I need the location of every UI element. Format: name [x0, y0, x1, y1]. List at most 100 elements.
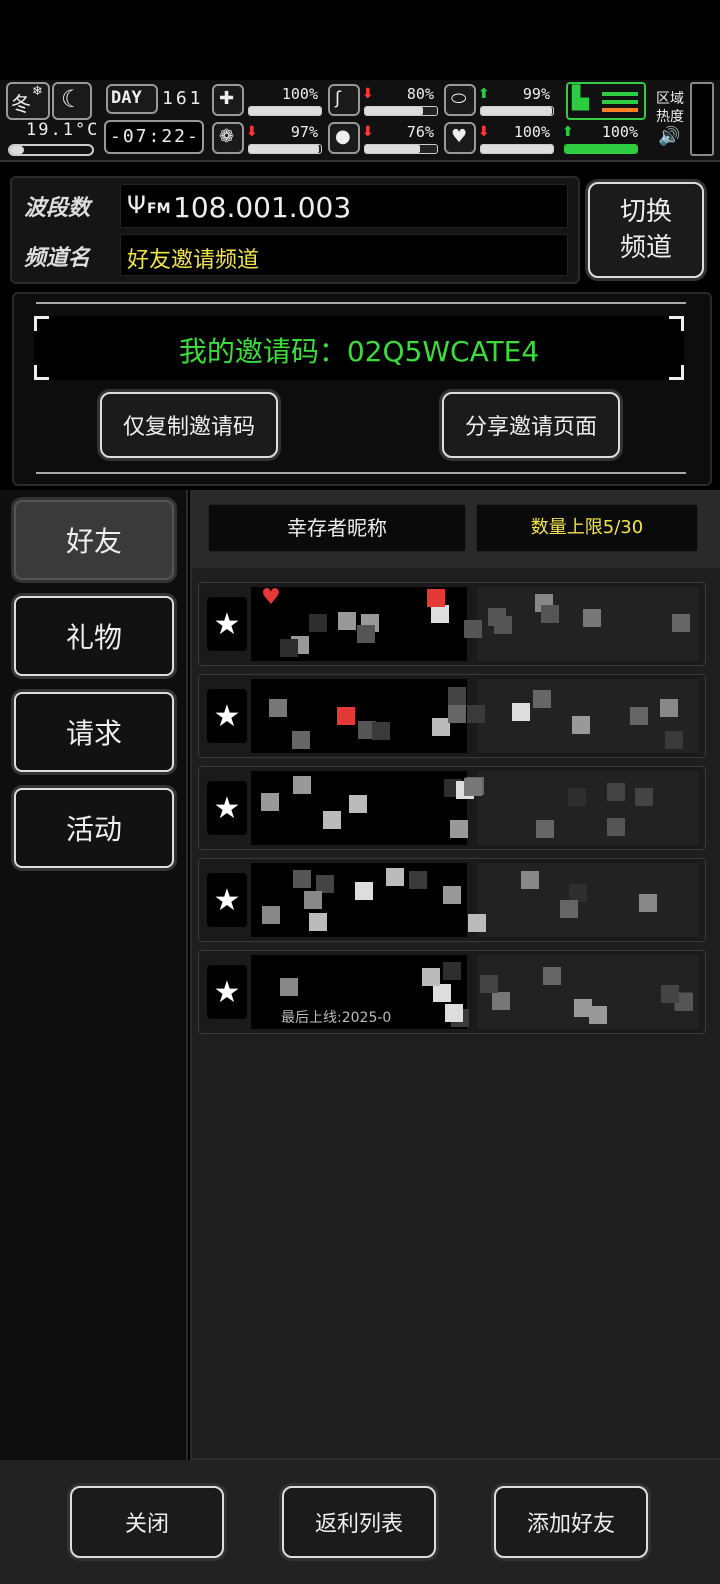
- mosaic-block: [607, 783, 625, 801]
- stat-value: 76%: [406, 123, 434, 141]
- invite-code-text: 我的邀请码：02Q5WCATE4: [178, 335, 540, 368]
- stat-bar: [480, 144, 554, 154]
- moon-badge: ☾: [52, 82, 92, 120]
- pill-icon: ⬭: [451, 88, 467, 109]
- friend-row[interactable]: ★: [198, 766, 706, 850]
- tab-requests[interactable]: 请求: [14, 692, 174, 772]
- speaker-icon[interactable]: 🔊: [658, 126, 680, 147]
- stamina-panel: ▙: [566, 82, 646, 120]
- copy-invite-code-button[interactable]: 仅复制邀请码: [100, 392, 278, 458]
- medkit-icon: ✚: [219, 88, 235, 109]
- mosaic-block: [338, 612, 356, 630]
- invite-code-box: 我的邀请码：02Q5WCATE4: [34, 316, 684, 380]
- tab-events[interactable]: 活动: [14, 788, 174, 868]
- tab-label: 请求: [65, 717, 122, 750]
- mosaic-block: [492, 992, 510, 1010]
- mosaic-block: [448, 687, 466, 705]
- mosaic-block: [372, 722, 390, 740]
- mosaic-block: [431, 605, 449, 623]
- mosaic-block: [448, 705, 466, 723]
- friend-actions-censored: [477, 771, 699, 845]
- mosaic-block: [269, 699, 287, 717]
- tab-friends[interactable]: 好友: [14, 500, 174, 580]
- copy-invite-code-label: 仅复制邀请码: [122, 415, 255, 440]
- snowflake-icon: ❄: [32, 84, 43, 99]
- mosaic-block: [450, 820, 468, 838]
- tab-label: 活动: [65, 813, 122, 846]
- friend-row[interactable]: ★: [198, 674, 706, 758]
- friend-limit-label: 数量上限5/30: [530, 517, 644, 538]
- friend-row[interactable]: ★ ♥: [198, 582, 706, 666]
- season-badge: 冬 ❄: [6, 82, 50, 120]
- channel-label: 频道名: [24, 246, 91, 271]
- switch-channel-label: 切换频道: [619, 197, 672, 263]
- tab-label: 礼物: [65, 621, 122, 654]
- rebate-list-label: 返利列表: [314, 1512, 403, 1537]
- star-icon: ★: [213, 790, 241, 826]
- channel-value: 好友邀请频道: [127, 248, 260, 273]
- friend-list-panel: 幸存者昵称 数量上限5/30 ★ ♥ ★ ★ ★ ★ 最后上线:2025-0: [190, 490, 720, 1460]
- thermometer-icon: [8, 144, 94, 156]
- antenna-icon: Ψ: [127, 191, 146, 219]
- mosaic-block: [607, 818, 625, 836]
- mosaic-block: [309, 913, 327, 931]
- favorite-star-button[interactable]: ★: [207, 781, 247, 835]
- mosaic-block: [665, 731, 683, 749]
- stat-pill: ⬭ ⬆ 99%: [444, 84, 556, 118]
- mosaic-block: [443, 886, 461, 904]
- medkit-icon-box: ✚: [212, 84, 244, 116]
- invite-panel: 我的邀请码：02Q5WCATE4 仅复制邀请码 分享邀请页面: [12, 292, 712, 486]
- close-button[interactable]: 关闭: [70, 1486, 224, 1558]
- heart-icon-box: ♥: [444, 122, 476, 154]
- column-nickname: 幸存者昵称: [208, 504, 466, 552]
- favorite-star-button[interactable]: ★: [207, 689, 247, 743]
- add-friend-button[interactable]: 添加好友: [494, 1486, 648, 1558]
- last-online-text: 最后上线:2025-0: [281, 1010, 392, 1026]
- star-icon: ★: [213, 882, 241, 918]
- stat-water-drop: ● ⬇ 76%: [328, 122, 440, 156]
- stat-bar: [564, 144, 638, 154]
- boot-icon: ▙: [572, 86, 589, 111]
- favorite-star-button[interactable]: ★: [207, 597, 247, 651]
- mosaic-block: [488, 608, 506, 626]
- stat-value: 100%: [601, 123, 638, 141]
- mosaic-block: [512, 703, 530, 721]
- stat-value: 80%: [406, 85, 434, 103]
- mosaic-block: [583, 609, 601, 627]
- star-icon: ★: [213, 974, 241, 1010]
- brain-icon-box: ❁: [212, 122, 244, 154]
- stat-value: 97%: [290, 123, 318, 141]
- mosaic-block: [445, 1004, 463, 1022]
- mosaic-block: [541, 605, 559, 623]
- mosaic-block: [661, 985, 679, 1003]
- share-invite-page-button[interactable]: 分享邀请页面: [442, 392, 620, 458]
- mosaic-block: [630, 707, 648, 725]
- friend-row[interactable]: ★: [198, 858, 706, 942]
- mosaic-block: [660, 699, 678, 717]
- mosaic-block: [349, 795, 367, 813]
- tab-gifts[interactable]: 礼物: [14, 596, 174, 676]
- friend-row[interactable]: ★ 最后上线:2025-0: [198, 950, 706, 1034]
- heart-icon: ♥: [261, 585, 281, 610]
- friend-limit-badge: 数量上限5/30: [476, 504, 698, 552]
- mosaic-block: [464, 620, 482, 638]
- tab-label: 好友: [65, 525, 122, 558]
- favorite-star-button[interactable]: ★: [207, 965, 247, 1019]
- mosaic-block: [672, 614, 690, 632]
- mosaic-block: [304, 891, 322, 909]
- favorite-star-button[interactable]: ★: [207, 873, 247, 927]
- radio-panel: 波段数 Ψ FM 108.001.003 频道名 好友邀请频道: [10, 176, 580, 284]
- stat-bar: [248, 144, 322, 154]
- rebate-list-button[interactable]: 返利列表: [282, 1486, 436, 1558]
- mosaic-block: [323, 811, 341, 829]
- mosaic-block: [422, 968, 440, 986]
- switch-channel-button[interactable]: 切换频道: [588, 182, 704, 278]
- column-nickname-label: 幸存者昵称: [287, 516, 387, 540]
- mosaic-block: [292, 731, 310, 749]
- stomach-icon: ʃ: [335, 88, 342, 109]
- mosaic-block: [574, 999, 592, 1017]
- day-label: DAY: [111, 88, 142, 108]
- band-label: 波段数: [24, 196, 91, 221]
- clock-box: -07:22-: [104, 120, 204, 154]
- mosaic-block: [409, 871, 427, 889]
